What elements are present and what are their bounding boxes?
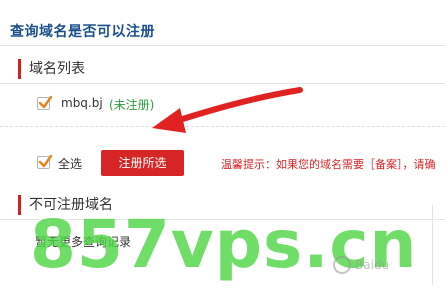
baidu-brand: Baidu: [355, 258, 390, 272]
tip-text: 温馨提示：如果您的域名需要［备案］，请确: [221, 158, 436, 171]
domain-name: mbq.bj: [61, 96, 103, 110]
select-all-checkbox[interactable]: [37, 154, 53, 169]
select-all-label: 全选: [58, 157, 83, 171]
dashed-divider: [0, 126, 445, 127]
page-title: 查询域名是否可以注册: [10, 24, 155, 40]
right-divider: [432, 205, 433, 285]
domain-status: (未注册): [109, 98, 155, 112]
title-divider: [0, 45, 445, 46]
available-section-heading: 域名列表: [18, 59, 85, 79]
baidu-paw-icon: [333, 256, 351, 274]
checkmark-icon: [38, 154, 53, 168]
register-selected-button[interactable]: 注册所选: [101, 150, 184, 176]
section-divider: [0, 83, 445, 84]
checkmark-icon: [38, 95, 53, 109]
domain-checkbox[interactable]: [37, 95, 53, 110]
baidu-watermark: Baidu: [333, 256, 425, 276]
